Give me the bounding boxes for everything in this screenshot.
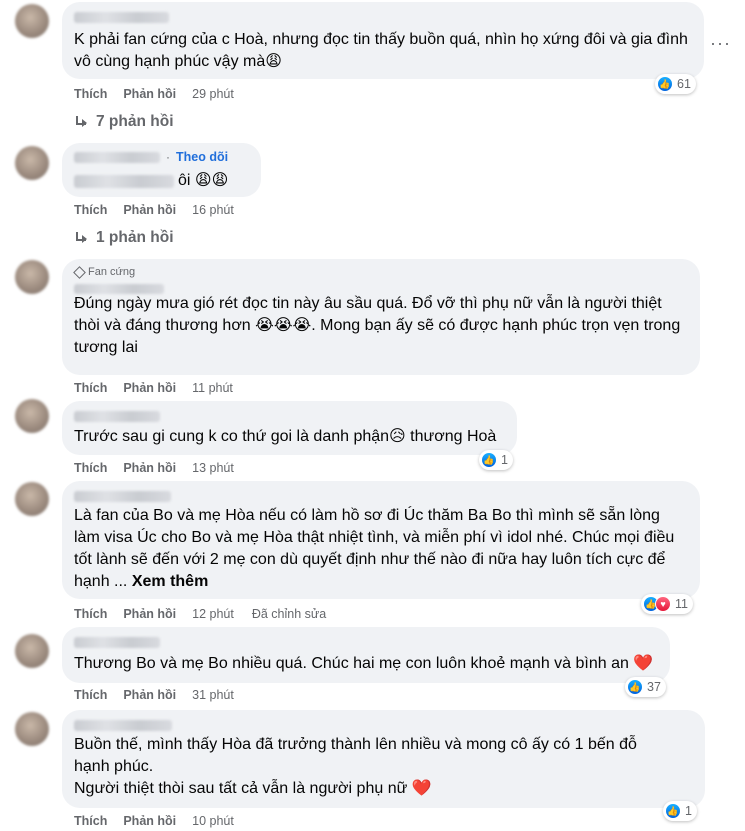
view-replies-link[interactable]: 1 phản hồi <box>74 229 174 247</box>
fan-badge: Fan cứng <box>74 266 688 278</box>
comment-bubble: Thương Bo và mẹ Bo nhiều quá. Chúc hai m… <box>62 627 670 683</box>
comment-text: Thương Bo và mẹ Bo nhiều quá. Chúc hai m… <box>74 655 654 672</box>
like-reaction-icon: 👍 <box>657 76 673 92</box>
comment-text: ôi 😩😩 <box>178 172 229 189</box>
reaction-summary[interactable]: 👍 1 <box>479 450 513 470</box>
more-options-icon[interactable]: ··· <box>710 33 731 54</box>
view-replies-link[interactable]: 7 phản hồi <box>74 113 174 131</box>
follow-button[interactable]: Theo dõi <box>176 150 228 164</box>
reaction-count: 37 <box>647 680 661 694</box>
comment-timestamp[interactable]: 16 phút <box>192 203 234 217</box>
fan-badge-label: Fan cứng <box>88 266 136 278</box>
like-button[interactable]: Thích <box>74 461 107 475</box>
comment-bubble: Fan cứng Đúng ngày mưa gió rét đọc tin n… <box>62 259 700 375</box>
reaction-summary[interactable]: 👍 ♥ 11 <box>641 594 693 614</box>
like-button[interactable]: Thích <box>74 381 107 395</box>
reaction-summary[interactable]: 👍 1 <box>663 801 697 821</box>
reaction-count: 1 <box>685 804 692 818</box>
commenter-name-blurred[interactable] <box>74 12 169 24</box>
comment-text-line-2: Người thiệt thòi sau tất cả vẫn là người… <box>74 780 432 797</box>
comment-bubble: Trước sau gi cung k co thứ goi là danh p… <box>62 401 517 455</box>
comment-timestamp[interactable]: 12 phút <box>192 607 234 621</box>
reply-button[interactable]: Phản hồi <box>123 607 176 621</box>
commenter-name-blurred[interactable] <box>74 491 171 503</box>
reply-button[interactable]: Phản hồi <box>123 87 176 101</box>
love-reaction-icon: ♥ <box>655 596 671 612</box>
like-button[interactable]: Thích <box>74 87 107 101</box>
avatar[interactable] <box>15 482 49 516</box>
comment-actions: Thích Phản hồi 12 phút Đã chỉnh sửa <box>74 607 342 621</box>
comment-actions: Thích Phản hồi 10 phút <box>74 814 250 828</box>
comment-text: Trước sau gi cung k co thứ goi là danh p… <box>74 428 497 445</box>
comment-timestamp[interactable]: 11 phút <box>192 381 233 395</box>
commenter-name-blurred[interactable] <box>74 411 160 423</box>
comment-text: Đúng ngày mưa gió rét đọc tin này âu sầu… <box>74 295 681 356</box>
comment-text-line-1: Buồn thế, mình thấy Hòa đã trưởng thành … <box>74 736 637 775</box>
comment-bubble: Buồn thế, mình thấy Hòa đã trưởng thành … <box>62 710 705 808</box>
comment-timestamp[interactable]: 31 phút <box>192 688 234 702</box>
avatar[interactable] <box>15 634 49 668</box>
reply-button[interactable]: Phản hồi <box>123 381 176 395</box>
comment-timestamp[interactable]: 10 phút <box>192 814 234 828</box>
comment-bubble: Là fan của Bo và mẹ Hòa nếu có làm hồ sơ… <box>62 481 700 599</box>
reaction-count: 61 <box>677 77 691 91</box>
like-button[interactable]: Thích <box>74 688 107 702</box>
commenter-name-blurred[interactable] <box>74 720 172 732</box>
reply-button[interactable]: Phản hồi <box>123 461 176 475</box>
reaction-count: 1 <box>501 453 508 467</box>
avatar[interactable] <box>15 146 49 180</box>
replies-count-label: 7 phản hồi <box>96 113 174 130</box>
comment-timestamp[interactable]: 29 phút <box>192 87 234 101</box>
reply-button[interactable]: Phản hồi <box>123 688 176 702</box>
reaction-count: 11 <box>675 597 688 611</box>
commenter-name-blurred[interactable] <box>74 637 160 649</box>
reply-arrow-icon <box>74 232 88 244</box>
diamond-icon <box>74 267 84 277</box>
comment-actions: Thích Phản hồi 11 phút <box>74 381 249 395</box>
blurred-mention <box>74 174 174 188</box>
avatar[interactable] <box>15 712 49 746</box>
reply-button[interactable]: Phản hồi <box>123 814 176 828</box>
comment-actions: Thích Phản hồi 16 phút <box>74 203 250 217</box>
commenter-name-blurred[interactable] <box>74 151 160 163</box>
avatar[interactable] <box>15 260 49 294</box>
comment-actions: Thích Phản hồi 29 phút <box>74 87 250 101</box>
like-button[interactable]: Thích <box>74 814 107 828</box>
replies-count-label: 1 phản hồi <box>96 229 174 246</box>
like-reaction-icon: 👍 <box>665 803 681 819</box>
like-reaction-icon: 👍 <box>481 452 497 468</box>
comment-bubble: · Theo dõi ôi 😩😩 <box>62 143 261 197</box>
reaction-summary[interactable]: 👍 61 <box>655 74 696 94</box>
reply-button[interactable]: Phản hồi <box>123 203 176 217</box>
like-button[interactable]: Thích <box>74 203 107 217</box>
commenter-name-blurred[interactable] <box>74 283 164 294</box>
comment-timestamp[interactable]: 13 phút <box>192 461 234 475</box>
comment-actions: Thích Phản hồi 31 phút <box>74 688 250 702</box>
reply-arrow-icon <box>74 116 88 128</box>
avatar[interactable] <box>15 399 49 433</box>
edited-label[interactable]: Đã chỉnh sửa <box>252 607 326 621</box>
reaction-summary[interactable]: 👍 37 <box>625 677 666 697</box>
comment-text: K phải fan cứng của c Hoà, nhưng đọc tin… <box>74 31 688 70</box>
avatar[interactable] <box>15 4 49 38</box>
comment-bubble: K phải fan cứng của c Hoà, nhưng đọc tin… <box>62 2 704 79</box>
like-reaction-icon: 👍 <box>627 679 643 695</box>
comment-actions: Thích Phản hồi 13 phút <box>74 461 250 475</box>
see-more-link[interactable]: Xem thêm <box>132 573 208 590</box>
like-button[interactable]: Thích <box>74 607 107 621</box>
